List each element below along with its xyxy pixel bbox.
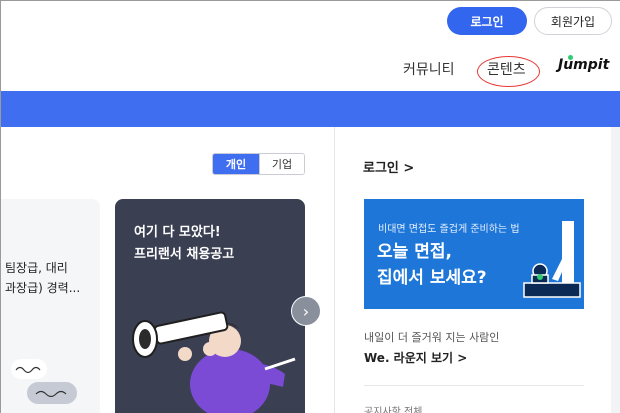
signup-button[interactable]: 회원가입 [534, 7, 612, 35]
notice-heading[interactable]: 공지사항 전체 [364, 403, 422, 413]
ad-title-line: 오늘 면접, [377, 242, 452, 262]
card-text-line: 과장급) 경력... [5, 281, 81, 295]
ad-title-line: 집에서 보세요? [377, 268, 487, 288]
side-login-link[interactable]: 로그인 > [363, 157, 414, 176]
scribble-icon [15, 366, 41, 373]
recruit-card-partial[interactable] [1, 199, 100, 413]
toggle-company[interactable]: 기업 [259, 154, 304, 174]
jumpit-logo[interactable]: Jumpit [558, 57, 609, 73]
lounge-link[interactable]: We. 라운지 보기 > [364, 349, 467, 366]
freelancer-recruit-card[interactable]: 여기 다 모았다! 프리랜서 채용공고 [115, 199, 305, 413]
blue-banner-band [1, 91, 620, 127]
highlight-circle-annotation [477, 56, 540, 87]
jumpit-logo-dot-icon [568, 55, 573, 60]
card-title-line: 프리랜서 채용공고 [134, 247, 235, 262]
lounge-subtitle: 내일이 더 즐거워 지는 사람인 [364, 331, 500, 344]
interview-ad-banner[interactable]: 비대면 면접도 즐겁게 준비하는 법 오늘 면접, 집에서 보세요? [364, 199, 584, 309]
member-type-toggle: 개인 기업 [212, 153, 305, 175]
login-button[interactable]: 로그인 [447, 7, 527, 35]
ad-subtitle: 비대면 면접도 즐겁게 준비하는 법 [378, 224, 520, 235]
nav-community[interactable]: 커뮤니티 [403, 59, 455, 79]
vertical-divider [334, 127, 335, 413]
card-text-line: 팀장급, 대리 [5, 261, 68, 275]
card-title-line: 여기 다 모았다! [134, 225, 221, 240]
chevron-right-icon[interactable]: › [291, 296, 321, 326]
sidebar-divider [364, 385, 584, 386]
toggle-personal[interactable]: 개인 [213, 154, 259, 174]
scribble-icon [35, 390, 67, 397]
computer-illustration [523, 221, 581, 298]
